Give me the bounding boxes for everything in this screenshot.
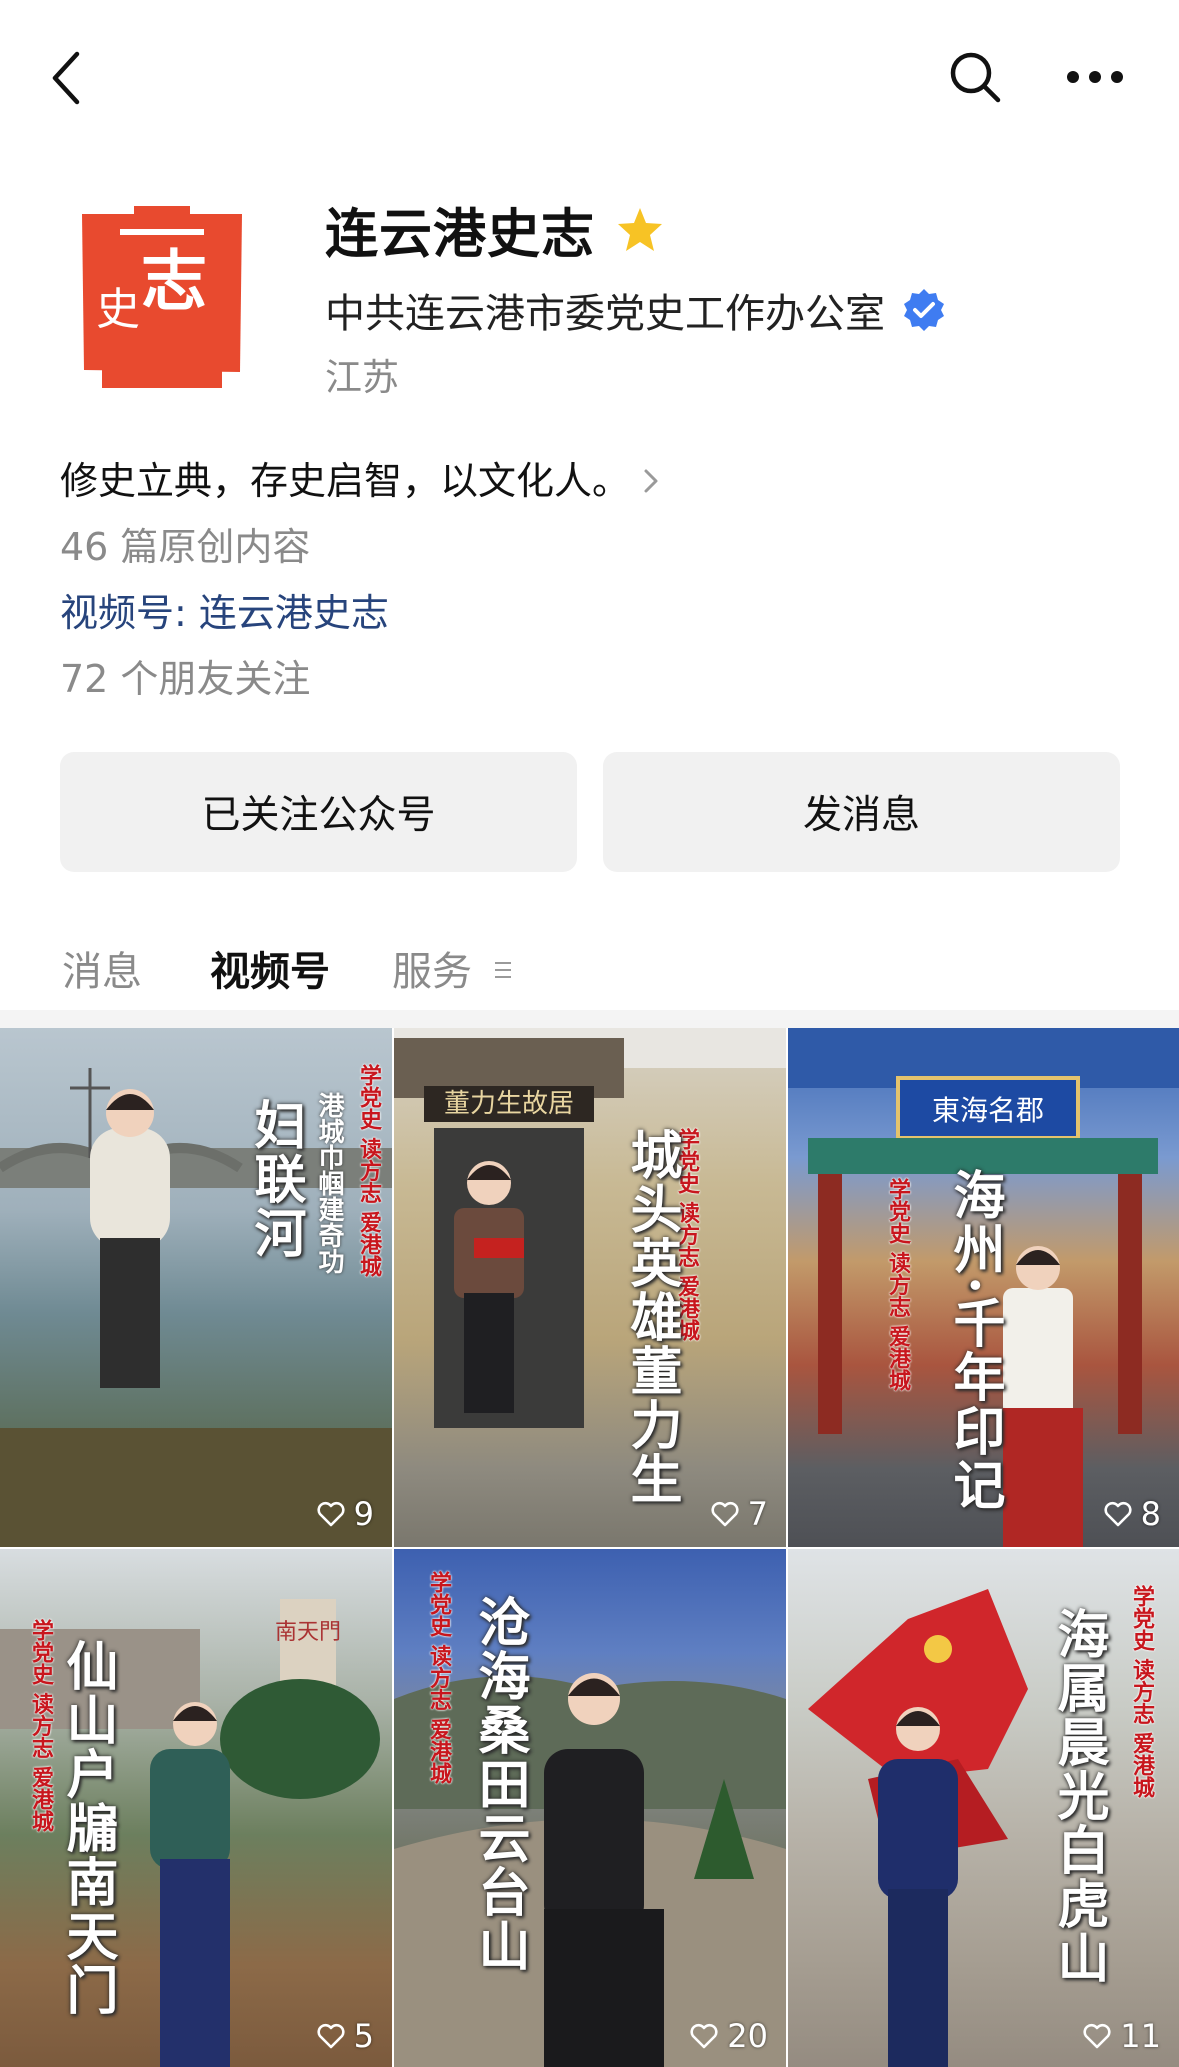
account-profile: 志 史 连云港史志 中共连云港市委党史工作办公室 江苏 (0, 180, 1179, 420)
heart-icon (317, 2023, 345, 2049)
search-button[interactable] (942, 44, 1008, 110)
video-tag: 学党史 读方志 爱港城 (28, 1619, 54, 1833)
sign-text: 南天門 (275, 1620, 341, 1645)
likes-count: 9 (316, 1495, 374, 1533)
video-tile[interactable]: 学党史 读方志 爱港城 港城巾帼建奇功 妇联河 9 (0, 1028, 392, 1547)
verified-badge-icon (904, 289, 944, 331)
likes-value: 5 (353, 2017, 374, 2055)
search-icon (950, 52, 1001, 103)
likes-count: 7 (710, 1495, 768, 1533)
original-articles-count[interactable]: 46 篇原创内容 (60, 514, 1120, 580)
video-tag: 学党史 读方志 爱港城 (1129, 1585, 1155, 1799)
account-name: 连云港史志 (325, 204, 595, 265)
video-tile[interactable]: 東海名郡 学党史 读方志 爱港城 海州·千年印记 8 (788, 1028, 1179, 1547)
video-tile[interactable]: 学党史 读方志 爱港城 海属晨光白虎山 11 (788, 1549, 1179, 2067)
video-subtitle: 港城巾帼建奇功 (314, 1092, 344, 1274)
heart-icon (1104, 1501, 1132, 1527)
svg-text:志: 志 (141, 242, 207, 320)
heart-icon (711, 1501, 739, 1527)
likes-value: 11 (1120, 2017, 1161, 2055)
video-tile[interactable]: 学党史 读方志 爱港城 沧海桑田云台山 20 (394, 1549, 786, 2067)
likes-count: 5 (316, 2017, 374, 2055)
video-title: 城头英雄董力生 (621, 1128, 682, 1506)
heart-icon (317, 1501, 345, 1527)
video-title: 仙山户牖南天门 (57, 1639, 118, 2017)
video-tag: 学党史 读方志 爱港城 (426, 1571, 452, 1785)
video-thumbnail (394, 1673, 786, 2067)
video-title: 海属晨光白虎山 (1048, 1607, 1109, 1985)
sign-text: 東海名郡 (932, 1094, 1044, 1127)
chevron-left-icon (52, 51, 80, 105)
tab-services[interactable]: 服务 (392, 926, 472, 1018)
action-buttons: 已关注公众号 发消息 (60, 752, 1120, 872)
slogan-text: 修史立典，存史启智，以文化人。 (60, 459, 631, 503)
likes-value: 20 (727, 2017, 768, 2055)
likes-count: 8 (1103, 1495, 1161, 1533)
more-horizontal-icon (1067, 71, 1123, 83)
likes-value: 7 (747, 1495, 768, 1533)
back-button[interactable] (38, 40, 94, 116)
star-icon[interactable] (615, 205, 665, 255)
slogan-row[interactable]: 修史立典，存史启智，以文化人。 (60, 448, 1120, 514)
chevron-right-icon (644, 469, 658, 493)
likes-count: 20 (689, 2017, 768, 2055)
video-title: 妇联河 (245, 1098, 306, 1260)
menu-icon[interactable] (494, 958, 512, 982)
heart-icon (1083, 2023, 1111, 2049)
account-logo[interactable]: 志 史 (62, 192, 262, 392)
organization-name: 中共连云港市委党史工作办公室 (325, 291, 885, 337)
account-info: 修史立典，存史启智，以文化人。 46 篇原创内容 视频号: 连云港史志 72 个… (60, 448, 1120, 712)
account-name-row: 连云港史志 (325, 192, 665, 268)
channel-link[interactable]: 视频号: 连云港史志 (60, 580, 1120, 646)
video-title: 沧海桑田云台山 (469, 1595, 530, 1973)
followed-button[interactable]: 已关注公众号 (60, 752, 577, 872)
friends-following[interactable]: 72 个朋友关注 (60, 646, 1120, 712)
likes-value: 9 (353, 1495, 374, 1533)
video-tile[interactable]: 南天門 学党史 读方志 爱港城 仙山户牖南天门 5 (0, 1549, 392, 2067)
video-title: 海州·千年印记 (944, 1168, 1005, 1513)
sign-text: 董力生故居 (444, 1089, 574, 1119)
tab-messages[interactable]: 消息 (62, 926, 142, 1018)
heart-icon (690, 2023, 718, 2049)
region-label: 江苏 (325, 356, 399, 399)
svg-text:史: 史 (96, 284, 140, 335)
video-grid: 学党史 读方志 爱港城 港城巾帼建奇功 妇联河 9 董力生故居 学党史 读方志 … (0, 1028, 1179, 2067)
video-tile[interactable]: 董力生故居 学党史 读方志 爱港城 城头英雄董力生 7 (394, 1028, 786, 1547)
section-divider (0, 1010, 1179, 1028)
likes-count: 11 (1082, 2017, 1161, 2055)
more-button[interactable] (1060, 44, 1130, 110)
organization-row: 中共连云港市委党史工作办公室 (325, 272, 947, 348)
tab-bar: 消息 视频号 服务 (0, 926, 1179, 1018)
top-bar (0, 0, 1179, 160)
send-message-button[interactable]: 发消息 (603, 752, 1120, 872)
likes-value: 8 (1140, 1495, 1161, 1533)
tab-channels[interactable]: 视频号 (210, 926, 330, 1018)
video-thumbnail (808, 1589, 1028, 2067)
video-tag: 学党史 读方志 爱港城 (356, 1064, 382, 1278)
video-tag: 学党史 读方志 爱港城 (885, 1178, 911, 1392)
video-thumbnail: 董力生故居 (394, 1028, 786, 1428)
